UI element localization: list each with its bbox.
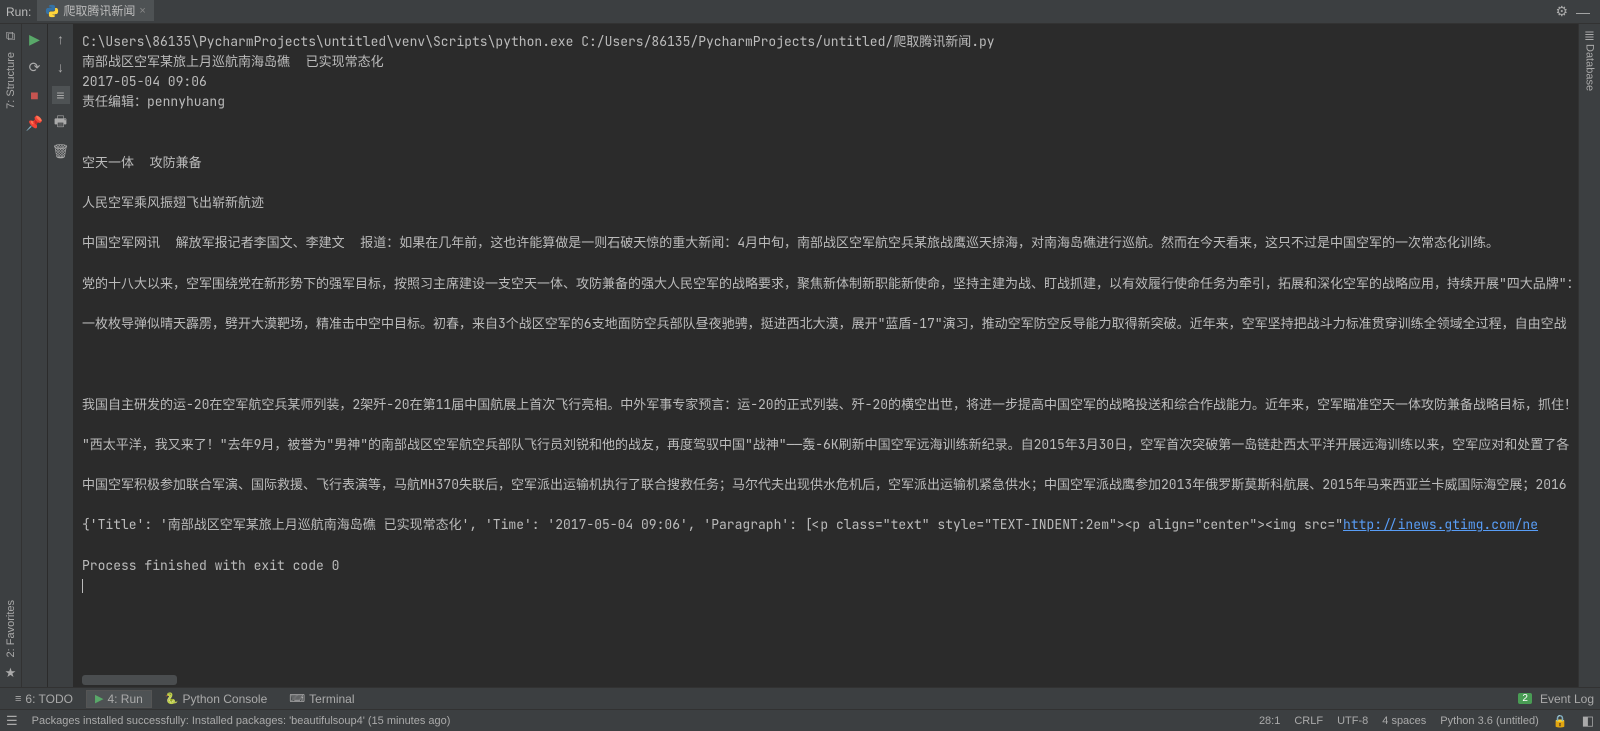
line-separator[interactable]: CRLF bbox=[1294, 715, 1323, 727]
run-toolbar: Run: 爬取腾讯新闻 × ⚙ — bbox=[0, 0, 1600, 24]
database-tab[interactable]: Database bbox=[1584, 44, 1596, 91]
tab-run-label: 4: Run bbox=[107, 692, 142, 706]
console-actions-column: ↑ ↓ ≡ 🖶 🗑 bbox=[48, 24, 74, 687]
down-arrow-icon[interactable]: ↓ bbox=[52, 58, 70, 76]
indent-info[interactable]: 4 spaces bbox=[1382, 715, 1426, 727]
event-log-label: Event Log bbox=[1540, 692, 1594, 706]
pin-icon[interactable]: 📌 bbox=[26, 114, 44, 132]
run-tab-title: 爬取腾讯新闻 bbox=[63, 2, 135, 19]
status-bar: ☰ Packages installed successfully: Insta… bbox=[0, 709, 1600, 731]
console-link[interactable]: http://inews.gtimg.com/ne bbox=[1343, 516, 1538, 533]
file-encoding[interactable]: UTF-8 bbox=[1337, 715, 1368, 727]
database-icon[interactable]: ≣ bbox=[1584, 28, 1595, 44]
stop-icon[interactable]: ■ bbox=[26, 86, 44, 104]
run-icon: ▶ bbox=[95, 692, 103, 705]
right-rail: ≣ Database bbox=[1578, 24, 1600, 687]
tab-python-console-label: Python Console bbox=[183, 692, 268, 706]
run-label: Run: bbox=[6, 5, 37, 19]
text-caret bbox=[82, 579, 83, 593]
inspector-icon[interactable]: ◧ bbox=[1582, 713, 1594, 729]
run-icon[interactable]: ▶ bbox=[26, 30, 44, 48]
gear-icon[interactable]: ⚙ bbox=[1551, 3, 1572, 20]
rerun-icon[interactable]: ⟳ bbox=[26, 58, 44, 76]
event-badge: 2 bbox=[1518, 693, 1532, 704]
tab-todo[interactable]: ≡ 6: TODO bbox=[6, 690, 82, 708]
structure-tab[interactable]: 7: Structure bbox=[5, 52, 17, 109]
list-icon: ≡ bbox=[15, 693, 21, 705]
run-actions-column: ▶ ⟳ ■ 📌 bbox=[22, 24, 48, 687]
structure-icon[interactable]: ⧉ bbox=[6, 28, 15, 44]
tab-python-console[interactable]: 🐍 Python Console bbox=[156, 690, 276, 708]
console-text: C:\Users\86135\PycharmProjects\untitled\… bbox=[74, 24, 1578, 616]
terminal-icon: ⌨ bbox=[289, 692, 305, 705]
tab-todo-label: 6: TODO bbox=[25, 692, 73, 706]
close-icon[interactable]: × bbox=[139, 5, 145, 17]
python-icon: 🐍 bbox=[165, 692, 179, 705]
event-log[interactable]: 2 Event Log bbox=[1518, 692, 1594, 706]
minimize-icon[interactable]: — bbox=[1572, 4, 1594, 20]
status-message: Packages installed successfully: Install… bbox=[32, 715, 451, 727]
trash-icon[interactable]: 🗑 bbox=[52, 142, 70, 160]
package-icon[interactable]: ☰ bbox=[6, 713, 18, 729]
tab-run[interactable]: ▶ 4: Run bbox=[86, 690, 152, 708]
favorites-tab[interactable]: 2: Favorites bbox=[5, 600, 17, 657]
up-arrow-icon[interactable]: ↑ bbox=[52, 30, 70, 48]
horizontal-scrollbar[interactable] bbox=[82, 675, 177, 685]
tab-terminal[interactable]: ⌨ Terminal bbox=[280, 690, 363, 708]
caret-position[interactable]: 28:1 bbox=[1259, 715, 1280, 727]
lock-icon[interactable]: 🔒 bbox=[1553, 714, 1568, 728]
soft-wrap-icon[interactable]: ≡ bbox=[52, 86, 70, 104]
print-icon[interactable]: 🖶 bbox=[52, 114, 70, 132]
left-rail: ⧉ 7: Structure 2: Favorites ★ bbox=[0, 24, 22, 687]
console-output[interactable]: C:\Users\86135\PycharmProjects\untitled\… bbox=[74, 24, 1578, 687]
tab-terminal-label: Terminal bbox=[309, 692, 354, 706]
interpreter-info[interactable]: Python 3.6 (untitled) bbox=[1440, 715, 1538, 727]
run-tab[interactable]: 爬取腾讯新闻 × bbox=[37, 0, 153, 23]
favorites-icon[interactable]: ★ bbox=[5, 665, 17, 681]
bottom-tool-tabs: ≡ 6: TODO ▶ 4: Run 🐍 Python Console ⌨ Termin… bbox=[0, 687, 1600, 709]
python-icon bbox=[45, 4, 59, 18]
